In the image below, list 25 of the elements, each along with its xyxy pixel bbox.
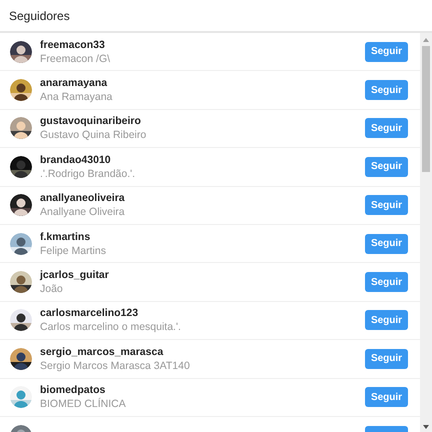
username[interactable]: sergio_marcos_marasca [40,344,365,359]
full-name: Ana Ramayana [40,90,114,104]
dialog-title: Seguidores [9,8,70,24]
full-name: BIOMED CLÍNICA [40,397,127,412]
scroll-up-icon[interactable] [423,38,429,42]
full-name: Carlos marcelino o mesquita.'. [40,320,182,334]
username[interactable]: anallyaneoliveira [40,191,365,206]
full-name: Gustavo Quina Ribeiro [40,128,148,142]
username[interactable]: f.kmartins [40,230,365,244]
username[interactable]: freemacon33 [40,38,365,52]
username[interactable]: jcarlos_guitar [40,268,365,282]
full-name: Felipe Martins [40,244,107,258]
username[interactable]: anaramayana [40,76,365,90]
full-name: .'.Rodrigo Brandão.'. [40,166,136,181]
scroll-thumb[interactable] [422,46,430,172]
username[interactable]: brandao43010 [40,152,365,167]
username[interactable]: biomedpatos [40,383,365,398]
full-name: Sergio Marcos Marasca 3AT140 [40,358,191,373]
full-name: João [40,282,64,296]
full-name: Anallyane Oliveira [40,205,126,220]
scrollbar[interactable] [420,33,432,432]
scroll-down-icon[interactable] [423,425,429,429]
full-name: Freemacon /G\ [40,52,112,66]
username[interactable]: carlosmarcelino123 [40,306,365,320]
username[interactable]: gustavoquinaribeiro [40,114,365,128]
